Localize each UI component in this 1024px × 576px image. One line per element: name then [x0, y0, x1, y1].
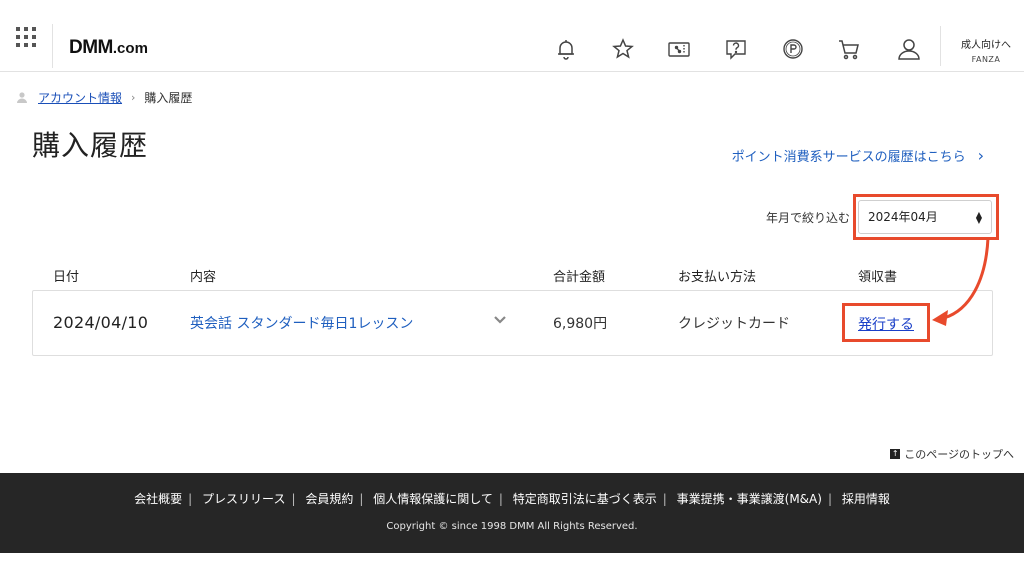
- breadcrumb: アカウント情報 › 購入履歴: [16, 89, 193, 106]
- annotation-arrow-icon: [932, 237, 990, 326]
- adult-link-sublabel: FANZA: [971, 55, 1001, 64]
- points-history-label: ポイント消費系サービスの履歴はこちら: [731, 150, 966, 165]
- user-icon[interactable]: [896, 36, 922, 62]
- column-header-content: 内容: [190, 270, 217, 285]
- user-silhouette-icon: [16, 91, 28, 103]
- points-history-link[interactable]: ポイント消費系サービスの履歴はこちら ›: [732, 146, 984, 165]
- coupon-icon[interactable]: [666, 36, 692, 62]
- footer-link-commerce-law[interactable]: 特定商取引法に基づく表示: [513, 492, 657, 506]
- dmm-logo[interactable]: DMM.com: [69, 38, 148, 57]
- footer-link-ma[interactable]: 事業提携・事業譲渡(M&A): [677, 492, 822, 506]
- footer-link-terms[interactable]: 会員規約: [305, 492, 353, 506]
- column-header-payment: お支払い方法: [678, 270, 757, 285]
- bell-icon[interactable]: [553, 36, 579, 62]
- point-icon[interactable]: [780, 36, 806, 62]
- site-header: DMM.com 成人向けへ FANZA: [0, 0, 1024, 72]
- footer-link-recruit[interactable]: 採用情報: [842, 492, 890, 506]
- grid-menu-icon[interactable]: [16, 27, 38, 49]
- chevron-down-icon[interactable]: [492, 311, 508, 331]
- breadcrumb-separator: ›: [131, 90, 136, 104]
- footer-link-privacy[interactable]: 個人情報保護に関して: [373, 492, 493, 506]
- column-header-receipt: 領収書: [858, 270, 898, 285]
- footer-link-company[interactable]: 会社概要: [134, 492, 182, 506]
- page-title: 購入履歴: [32, 129, 149, 162]
- adult-link-label: 成人向けへ: [961, 40, 1011, 51]
- back-to-top-label: このページのトップへ: [904, 448, 1014, 461]
- arrow-up-icon: ↑: [890, 449, 901, 459]
- column-header-date: 日付: [53, 270, 80, 285]
- row-item-link[interactable]: 英会話 スタンダード毎日1レッスン: [190, 313, 413, 333]
- row-date: 2024/04/10: [53, 313, 149, 332]
- star-icon[interactable]: [610, 36, 636, 62]
- header-divider: [52, 24, 53, 68]
- chevron-right-icon: ›: [977, 146, 984, 165]
- filter-label: 年月で絞り込む: [766, 211, 851, 225]
- help-icon[interactable]: [723, 36, 749, 62]
- adult-site-link[interactable]: 成人向けへ FANZA: [950, 36, 1022, 64]
- footer-link-press[interactable]: プレスリリース: [202, 492, 285, 506]
- copyright: Copyright © since 1998 DMM All Rights Re…: [386, 521, 638, 532]
- back-to-top-link[interactable]: ↑ このページのトップへ: [890, 446, 1014, 462]
- cart-icon[interactable]: [836, 36, 862, 62]
- breadcrumb-current: 購入履歴: [144, 90, 193, 105]
- column-header-total: 合計金額: [553, 270, 606, 285]
- row-payment-method: クレジットカード: [678, 316, 790, 332]
- row-price: 6,980円: [553, 316, 608, 332]
- header-divider-right: [940, 26, 941, 66]
- footer-links: 会社概要 | プレスリリース | 会員規約 | 個人情報保護に関して | 特定商取引法に…: [134, 492, 890, 506]
- breadcrumb-account-info[interactable]: アカウント情報: [38, 89, 122, 106]
- site-footer: 会社概要 | プレスリリース | 会員規約 | 個人情報保護に関して | 特定商取引法に…: [0, 473, 1024, 553]
